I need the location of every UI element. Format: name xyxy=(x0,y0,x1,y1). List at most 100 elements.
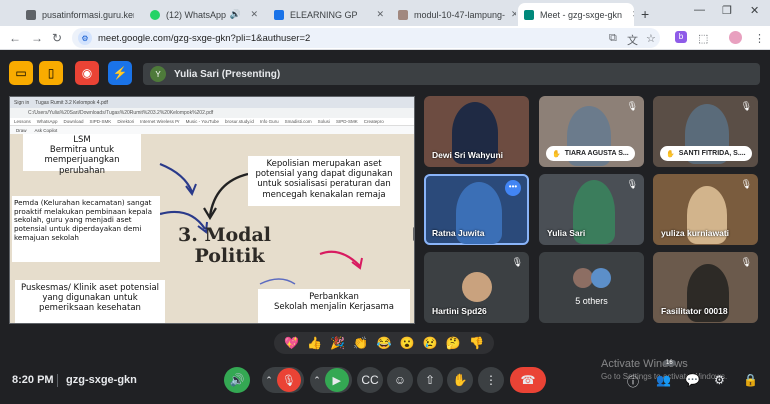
extensions-icon[interactable]: ⬚ xyxy=(698,32,708,45)
emoji-icon[interactable]: ☺ xyxy=(387,367,413,393)
present-screen-icon[interactable]: ⇧ xyxy=(417,367,443,393)
stop-presenting-icon[interactable]: ▭ xyxy=(9,61,33,85)
divider xyxy=(57,374,58,387)
forward-icon[interactable]: → xyxy=(31,31,43,45)
participant-tile[interactable]: 5 others xyxy=(539,252,644,323)
meet-stage: ▭ ▯ ◉ ⚡ Y Yulia Sari (Presenting) Sign i… xyxy=(0,50,770,404)
note-perbankkan: Perbankkan Sekolah menjalin Kerjasama xyxy=(258,289,410,323)
mic-off-icon: 🎙 xyxy=(740,179,752,189)
document-icon xyxy=(398,9,408,20)
site-info-icon[interactable]: ⚙ xyxy=(78,31,92,45)
new-tab-icon[interactable]: + xyxy=(641,6,649,22)
back-icon[interactable]: ← xyxy=(9,31,21,45)
tab-meet[interactable]: Meet - gzg-sxge-gkn ✕ xyxy=(518,3,634,26)
more-options-icon[interactable]: ••• xyxy=(505,180,521,196)
close-tab-icon[interactable]: ✕ xyxy=(244,9,258,20)
mic-off-icon: 🎙 xyxy=(626,101,638,111)
leave-call-button[interactable]: ☎ xyxy=(510,367,546,393)
bookmark-item: SIPD-SMK xyxy=(335,119,358,124)
participant-tile[interactable]: 🎙 Hartini Spd26 xyxy=(424,252,529,323)
close-tab-icon[interactable]: ✕ xyxy=(626,9,634,20)
participant-tile[interactable]: Dewi Sri Wahyuni xyxy=(424,96,529,167)
others-count: 5 others xyxy=(575,296,608,306)
effects-icon[interactable]: ⚡ xyxy=(108,61,132,85)
tab-modul[interactable]: modul-10-47-lampung- ✕ xyxy=(392,3,516,26)
tab-elearning[interactable]: ELEARNING GP ✕ xyxy=(268,3,390,26)
camera-icon[interactable]: ▶ xyxy=(324,368,349,392)
mic-off-icon[interactable]: 🎙 xyxy=(276,368,301,392)
captions-icon[interactable]: CC xyxy=(357,367,383,393)
restore-icon[interactable]: ❐ xyxy=(722,4,732,17)
speaker-icon[interactable]: 🔊 xyxy=(224,367,250,393)
reaction-button[interactable]: 👏 xyxy=(353,336,368,350)
pdf-scrollbar[interactable] xyxy=(413,227,414,241)
mic-off-icon: 🎙 xyxy=(511,257,523,267)
close-window-icon[interactable]: ✕ xyxy=(750,4,759,17)
participant-name: yuliza kurniawati xyxy=(661,228,730,238)
chevron-up-icon[interactable]: ⌃ xyxy=(265,375,273,386)
info-icon[interactable]: ⓘ xyxy=(627,373,639,390)
participant-name: Fasilitator 00018 xyxy=(661,306,728,316)
tab-label: (12) WhatsApp xyxy=(166,9,227,20)
presenter-label: Yulia Sari (Presenting) xyxy=(174,68,281,80)
address-bar[interactable]: ⚙ meet.google.com/gzg-sxge-gkn?pli=1&aut… xyxy=(72,28,660,48)
participant-name: Hartini Spd26 xyxy=(432,306,487,316)
profile-avatar[interactable] xyxy=(729,31,742,44)
shared-tab-strip: Sign in Tugas Rumit 3.2 Kelompok 4.pdf xyxy=(10,97,414,108)
participant-tile[interactable]: 🎙 Yulia Sari xyxy=(539,174,644,245)
door-icon[interactable]: ▯ xyxy=(39,61,63,85)
raise-hand-icon[interactable]: ✋ xyxy=(447,367,473,393)
participant-tile[interactable]: 🎙 ✋ SANTI FITRIDA, S.... xyxy=(653,96,758,167)
shared-screen: Sign in Tugas Rumit 3.2 Kelompok 4.pdf C… xyxy=(9,96,415,324)
speaker-icon[interactable]: 🔊 xyxy=(230,9,241,20)
bookmark-star-icon[interactable]: ☆ xyxy=(646,32,656,45)
avatar xyxy=(573,268,593,288)
people-icon[interactable]: 👥 xyxy=(656,373,671,387)
slide-title-line: Politik xyxy=(194,244,265,267)
raised-hand-chip: ✋ SANTI FITRIDA, S.... xyxy=(660,146,752,161)
mic-off-icon: 🎙 xyxy=(626,179,638,189)
host-controls-icon[interactable]: 🔒 xyxy=(743,373,758,387)
tab-pusatinformasi[interactable]: pusatinformasi.guru.kem ✕ xyxy=(20,3,134,26)
pdf-tool: Ask Copilot xyxy=(34,127,58,133)
shared-address-bar: C:/Users/Yulia%20Sari/Downloads/Tugas%20… xyxy=(10,108,414,118)
record-icon[interactable]: ◉ xyxy=(75,61,99,85)
slide-title-line: 3. Modal xyxy=(178,224,271,246)
reload-icon[interactable]: ↻ xyxy=(52,31,62,45)
globe-icon xyxy=(26,9,36,20)
participant-tile[interactable]: 🎙 yuliza kurniawati xyxy=(653,174,758,245)
menu-kebab-icon[interactable]: ⋮ xyxy=(754,32,765,45)
extension-b-icon[interactable]: b xyxy=(675,31,687,43)
reaction-button[interactable]: 💖 xyxy=(284,336,299,350)
minimize-icon[interactable]: — xyxy=(694,4,705,16)
reaction-button[interactable]: 😮 xyxy=(400,336,415,350)
reaction-button[interactable]: 🎉 xyxy=(330,336,345,350)
bookmark-item: Internet Wireless Pr xyxy=(140,119,180,124)
participant-tile[interactable]: ••• Ratna Juwita xyxy=(424,174,529,245)
participant-tile[interactable]: 🎙 Fasilitator 00018 xyxy=(653,252,758,323)
browser-tab-strip: pusatinformasi.guru.kem ✕ (12) WhatsApp … xyxy=(0,0,770,26)
close-tab-icon[interactable]: ✕ xyxy=(505,9,516,20)
chevron-up-icon[interactable]: ⌃ xyxy=(313,375,321,386)
open-in-window-icon[interactable]: ⧉ xyxy=(609,32,617,45)
raised-hand-icon: ✋ xyxy=(552,150,561,158)
translate-icon[interactable]: 文 xyxy=(627,32,638,48)
reaction-button[interactable]: 👎 xyxy=(469,336,484,350)
participant-count-badge: 16 xyxy=(663,360,676,366)
bookmark-item: Smadisti.com xyxy=(284,119,312,124)
chat-icon[interactable]: 💬 xyxy=(685,373,700,387)
shared-file-path: C:/Users/Yulia%20Sari/Downloads/Tugas%20… xyxy=(28,110,214,116)
activities-icon[interactable]: ⚙ xyxy=(714,373,725,387)
reaction-button[interactable]: 😂 xyxy=(377,336,392,350)
reaction-button[interactable]: 👍 xyxy=(307,336,322,350)
pdf-tool: Draw xyxy=(16,127,27,133)
note-puskesmas: Puskesmas/ Klinik aset potensial yang di… xyxy=(15,280,165,323)
participant-tile[interactable]: 🎙 ✋ TIARA AGUSTA S... xyxy=(539,96,644,167)
reaction-button[interactable]: 🤔 xyxy=(446,336,461,350)
close-tab-icon[interactable]: ✕ xyxy=(370,9,384,20)
more-options-icon[interactable]: ⋮ xyxy=(478,367,504,393)
tab-whatsapp[interactable]: (12) WhatsApp 🔊 ✕ xyxy=(144,3,264,26)
note-kepolisian: Kepolisian merupakan aset potensial yang… xyxy=(248,156,400,206)
reaction-button[interactable]: 😢 xyxy=(423,336,438,350)
bookmark-item: Solusi xyxy=(317,119,330,124)
